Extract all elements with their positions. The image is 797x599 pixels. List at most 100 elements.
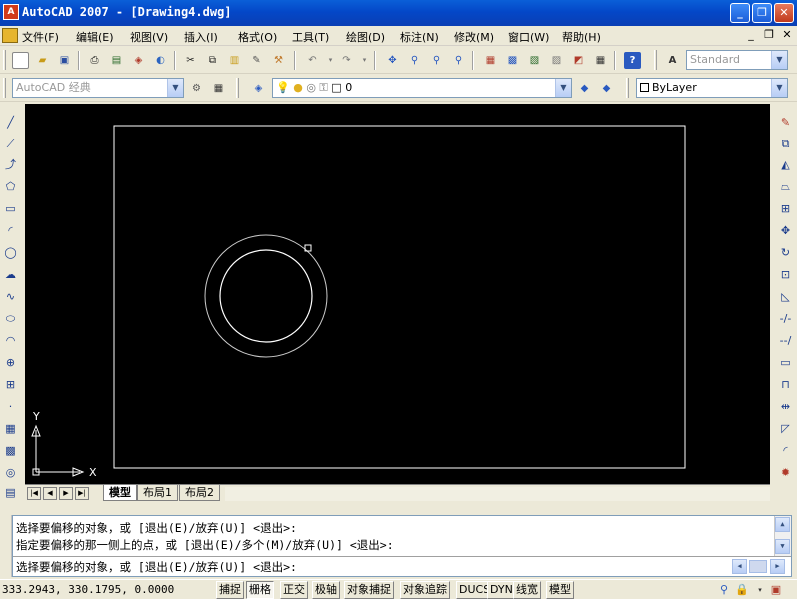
help-icon[interactable]: ? — [624, 52, 641, 69]
snap-toggle[interactable]: 捕捉 — [216, 581, 244, 599]
tab-prev-button[interactable]: ◀ — [43, 487, 57, 500]
tool-palettes-icon[interactable]: ▧ — [526, 52, 543, 69]
fillet-icon[interactable]: ◜ — [777, 442, 794, 459]
circle-icon[interactable]: ◯ — [2, 244, 19, 261]
sheet-set-manager-icon[interactable]: ▨ — [548, 52, 565, 69]
dyn-toggle[interactable]: DYN — [487, 581, 516, 599]
tab-layout1[interactable]: 布局1 — [137, 485, 178, 501]
markup-set-icon[interactable]: ◩ — [570, 52, 587, 69]
new-icon[interactable] — [12, 52, 29, 69]
close-button[interactable]: ✕ — [774, 3, 794, 23]
doc-close-button[interactable]: ✕ — [780, 28, 794, 41]
region-icon[interactable]: ◎ — [2, 464, 19, 481]
menu-window[interactable]: 窗口(W) — [508, 29, 549, 45]
osnap-toggle[interactable]: 对象捕捉 — [344, 581, 394, 599]
redo-icon[interactable]: ↷ — [338, 52, 355, 69]
ortho-toggle[interactable]: 正交 — [280, 581, 308, 599]
rotate-icon[interactable]: ↻ — [777, 244, 794, 261]
zoom-realtime-icon[interactable]: ⚲ — [406, 52, 423, 69]
clean-screen-icon[interactable]: ▣ — [768, 582, 784, 598]
toolbar-grip[interactable] — [626, 78, 629, 98]
quickcalc-icon[interactable]: ▦ — [592, 52, 609, 69]
mirror-icon[interactable]: ◭ — [777, 156, 794, 173]
copy-object-icon[interactable]: ⧉ — [777, 135, 794, 152]
array-icon[interactable]: ⊞ — [777, 200, 794, 217]
command-window[interactable]: 选择要偏移的对象，或 [退出(E)/放弃(U)] <退出>: 指定要偏移的那一侧… — [12, 515, 792, 577]
menu-help[interactable]: 帮助(H) — [562, 29, 601, 45]
tab-layout2[interactable]: 布局2 — [179, 485, 220, 501]
tab-next-button[interactable]: ▶ — [59, 487, 73, 500]
point-icon[interactable]: · — [2, 398, 19, 415]
insert-block-icon[interactable]: ⊕ — [2, 354, 19, 371]
move-icon[interactable]: ✥ — [777, 222, 794, 239]
restore-button[interactable]: ❐ — [752, 3, 772, 23]
break-icon[interactable]: ⊓ — [777, 376, 794, 393]
scale-icon[interactable]: ⊡ — [777, 266, 794, 283]
horizontal-scrollbar[interactable] — [225, 487, 770, 501]
pan-icon[interactable]: ✥ — [384, 52, 401, 69]
layer-properties-icon[interactable]: ◈ — [250, 80, 267, 97]
3d-dwf-icon[interactable]: ◐ — [152, 52, 169, 69]
menu-insert[interactable]: 插入(I) — [184, 29, 218, 45]
open-icon[interactable]: ▰ — [34, 52, 51, 69]
menu-format[interactable]: 格式(O) — [238, 29, 277, 45]
communication-center-icon[interactable]: ⚲ — [716, 582, 732, 598]
print-icon[interactable]: ⎙ — [86, 52, 103, 69]
tab-first-button[interactable]: |◀ — [27, 487, 41, 500]
menu-dimension[interactable]: 标注(N) — [400, 29, 439, 45]
lock-icon[interactable]: 🔒 — [734, 582, 750, 598]
command-window-grip[interactable] — [0, 515, 12, 577]
layer-select[interactable]: 💡 ● ◎ ⚿ □ 0 ▼ — [272, 78, 572, 98]
workspace-save-icon[interactable]: ▦ — [210, 80, 227, 97]
copy-icon[interactable]: ⧉ — [204, 52, 221, 69]
publish-icon[interactable]: ◈ — [130, 52, 147, 69]
table-icon[interactable]: ▤ — [2, 484, 19, 501]
paste-icon[interactable]: ▥ — [226, 52, 243, 69]
menu-tools[interactable]: 工具(T) — [292, 29, 329, 45]
layer-previous-icon[interactable]: ◆ — [598, 80, 615, 97]
text-style-icon[interactable]: A — [664, 52, 681, 69]
gradient-icon[interactable]: ▩ — [2, 442, 19, 459]
command-scrollbar[interactable]: ▲ ▼ — [774, 516, 791, 556]
extend-icon[interactable]: --/ — [777, 332, 794, 349]
undo-icon[interactable]: ↶ — [304, 52, 321, 69]
tab-last-button[interactable]: ▶| — [75, 487, 89, 500]
make-object-layer-current-icon[interactable]: ◆ — [576, 80, 593, 97]
lineweight-toggle[interactable]: 线宽 — [513, 581, 541, 599]
menu-view[interactable]: 视图(V) — [130, 29, 168, 45]
zoom-previous-icon[interactable]: ⚲ — [450, 52, 467, 69]
trim-icon[interactable]: -/- — [777, 310, 794, 327]
make-block-icon[interactable]: ⊞ — [2, 376, 19, 393]
scroll-left-icon[interactable]: ◀ — [732, 559, 747, 574]
scroll-down-icon[interactable]: ▼ — [775, 539, 790, 554]
grid-toggle[interactable]: 栅格 — [246, 581, 274, 599]
minimize-button[interactable]: _ — [730, 3, 750, 23]
drawing-canvas[interactable]: Y X — [25, 104, 770, 484]
outer-circle[interactable] — [204, 234, 328, 358]
otrack-toggle[interactable]: 对象追踪 — [400, 581, 450, 599]
zoom-window-icon[interactable]: ⚲ — [428, 52, 445, 69]
save-icon[interactable]: ▣ — [56, 52, 73, 69]
doc-minimize-button[interactable]: _ — [744, 28, 758, 41]
menu-draw[interactable]: 绘图(D) — [346, 29, 385, 45]
erase-icon[interactable]: ✎ — [777, 114, 794, 131]
doc-restore-button[interactable]: ❐ — [762, 28, 776, 41]
workspace-select[interactable]: AutoCAD 经典 ▼ — [12, 78, 184, 98]
autocad-logo-icon[interactable]: A — [3, 4, 19, 20]
undo-dropdown-icon[interactable]: ▾ — [322, 52, 339, 69]
inner-circle[interactable] — [219, 249, 313, 343]
match-properties-icon[interactable]: ✎ — [248, 52, 265, 69]
coordinate-display[interactable]: 333.2943, 330.1795, 0.0000 — [2, 583, 174, 596]
toolbar-grip[interactable] — [3, 78, 6, 98]
spline-icon[interactable]: ∿ — [2, 288, 19, 305]
ellipse-arc-icon[interactable]: ◠ — [2, 332, 19, 349]
color-select[interactable]: ByLayer ▼ — [636, 78, 788, 98]
toolbar-grip[interactable] — [3, 50, 6, 70]
polyline-icon[interactable]: ⤴ — [2, 156, 19, 173]
rectangle-icon[interactable]: ▭ — [2, 200, 19, 217]
menu-modify[interactable]: 修改(M) — [454, 29, 494, 45]
model-paper-toggle[interactable]: 模型 — [546, 581, 574, 599]
line-icon[interactable]: ╱ — [2, 114, 19, 131]
workspace-settings-icon[interactable]: ⚙ — [188, 80, 205, 97]
scroll-up-icon[interactable]: ▲ — [775, 517, 790, 532]
